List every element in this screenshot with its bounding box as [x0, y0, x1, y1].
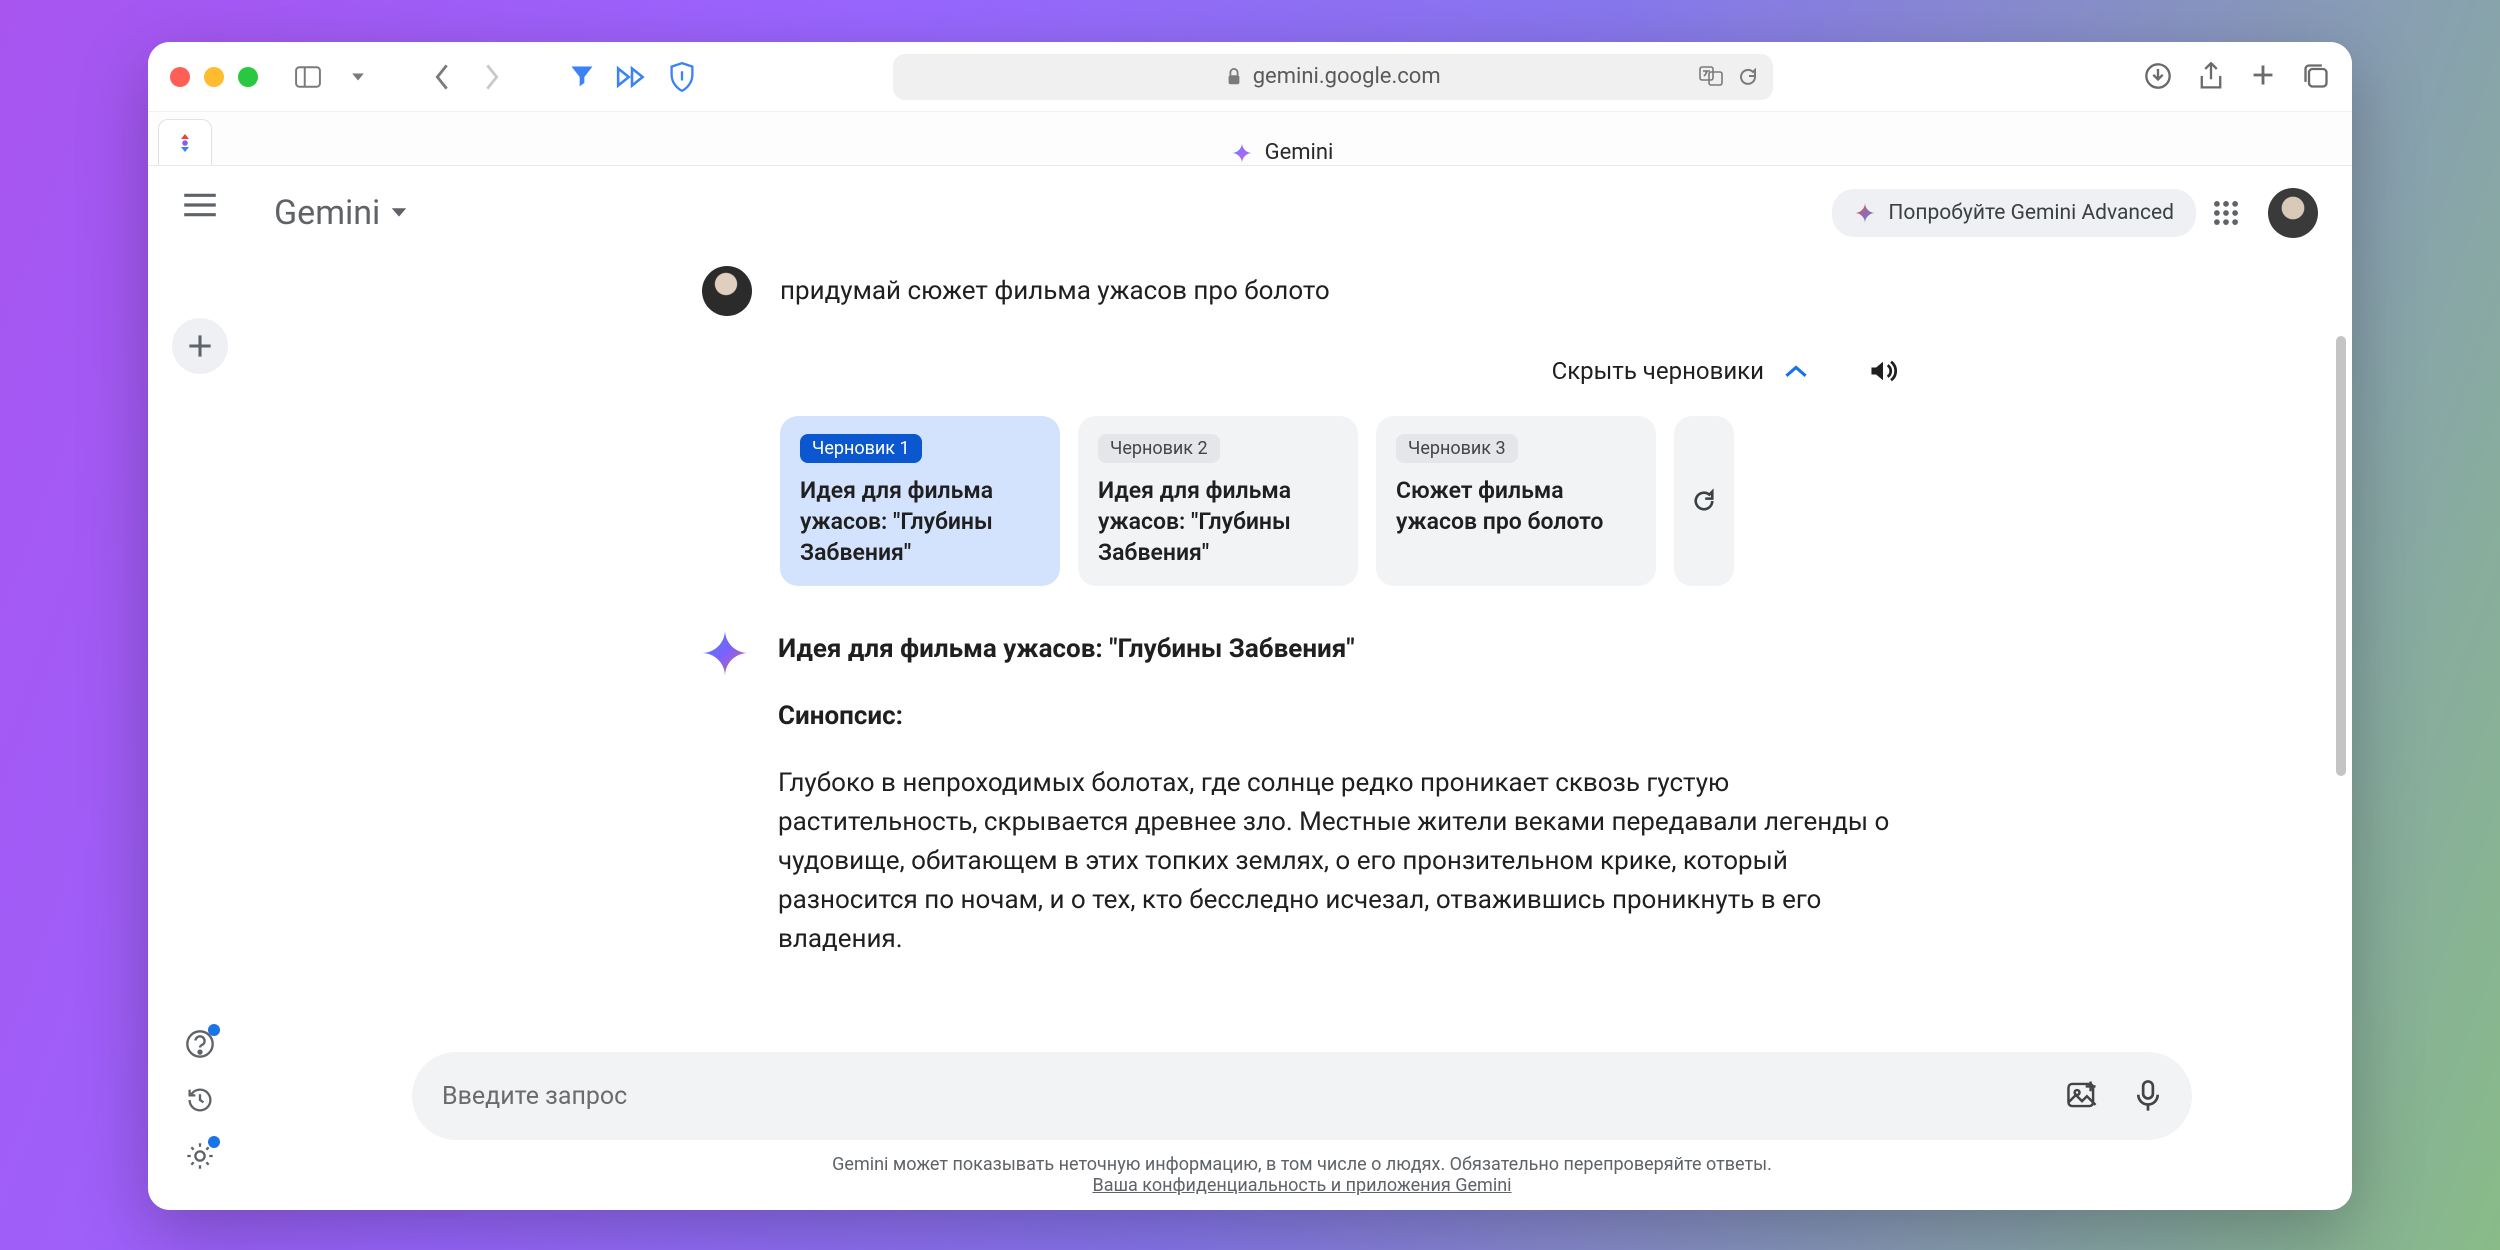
traffic-lights — [170, 67, 258, 87]
user-avatar — [702, 266, 752, 316]
user-message-text: придумай сюжет фильма ужасов про болото — [780, 266, 1330, 306]
fast-forward-icon[interactable] — [612, 57, 652, 97]
advanced-label: Попробуйте Gemini Advanced — [1888, 201, 2174, 225]
answer-body: Глубоко в непроходимых болотах, где солн… — [778, 764, 1902, 959]
maximize-window-button[interactable] — [238, 67, 258, 87]
main-panel: Gemini Попробуйте Gemini Advanced придум… — [252, 166, 2352, 1210]
sidebar-toggle-icon[interactable] — [288, 57, 328, 97]
hide-drafts-toggle[interactable]: Скрыть черновики — [1552, 357, 1764, 385]
gemini-spark-icon — [1854, 202, 1876, 224]
new-chat-button[interactable] — [172, 318, 228, 374]
tab-label: Gemini — [1265, 140, 1334, 165]
dropdown-icon[interactable] — [338, 57, 378, 97]
prompt-placeholder: Введите запрос — [442, 1082, 627, 1111]
draft-title: Сюжет фильма ужасов про болото — [1396, 475, 1636, 537]
sidebar — [148, 166, 252, 1210]
brand-label: Gemini — [274, 193, 380, 233]
browser-tabstrip: Gemini — [148, 112, 2352, 166]
speaker-button[interactable] — [1868, 356, 1898, 386]
lock-icon — [1225, 68, 1243, 86]
draft-chip: Черновик 2 — [1098, 434, 1220, 463]
gemini-spark-icon — [702, 630, 748, 676]
close-window-button[interactable] — [170, 67, 190, 87]
gemini-spark-icon — [1231, 142, 1253, 164]
apps-grid-icon — [2213, 200, 2239, 226]
google-apps-button[interactable] — [2204, 191, 2248, 235]
disclaimer-text: Gemini может показывать неточную информа… — [832, 1154, 1772, 1175]
regenerate-drafts-button[interactable] — [1674, 416, 1734, 586]
scrollbar-thumb[interactable] — [2336, 336, 2346, 776]
draft-card-3[interactable]: Черновик 3 Сюжет фильма ужасов про болот… — [1376, 416, 1656, 586]
try-advanced-button[interactable]: Попробуйте Gemini Advanced — [1832, 189, 2196, 237]
history-button[interactable] — [172, 1072, 228, 1128]
answer-subtitle: Синопсис: — [778, 697, 1902, 736]
privacy-link[interactable]: Ваша конфиденциальность и приложения Gem… — [1092, 1175, 1511, 1196]
pinned-tab[interactable] — [158, 119, 212, 165]
notification-dot — [208, 1136, 220, 1148]
translate-icon[interactable] — [1699, 66, 1723, 88]
browser-toolbar: gemini.google.com — [148, 42, 2352, 112]
address-bar[interactable]: gemini.google.com — [893, 54, 1773, 100]
url-text: gemini.google.com — [1253, 64, 1441, 89]
answer-title: Идея для фильма ужасов: "Глубины Забвени… — [778, 630, 1902, 669]
chevron-down-icon — [390, 207, 408, 219]
minimize-window-button[interactable] — [204, 67, 224, 87]
share-icon[interactable] — [2198, 62, 2224, 92]
hamburger-menu-button[interactable] — [183, 192, 217, 218]
reload-icon[interactable] — [1737, 66, 1759, 88]
app-header: Gemini Попробуйте Gemini Advanced — [252, 166, 2352, 260]
back-button[interactable] — [422, 57, 462, 97]
draft-card-2[interactable]: Черновик 2 Идея для фильма ужасов: "Глуб… — [1078, 416, 1358, 586]
active-tab[interactable]: Gemini — [212, 140, 2352, 165]
draft-title: Идея для фильма ужасов: "Глубины Забвени… — [1098, 475, 1338, 568]
add-image-button[interactable] — [2066, 1079, 2098, 1113]
notification-dot — [208, 1024, 220, 1036]
help-button[interactable] — [172, 1016, 228, 1072]
prompt-input-bar[interactable]: Введите запрос — [412, 1052, 2192, 1140]
app-favicon-icon — [173, 131, 197, 155]
refresh-icon — [1691, 488, 1717, 514]
account-avatar[interactable] — [2268, 188, 2318, 238]
assistant-message: Идея для фильма ужасов: "Глубины Забвени… — [702, 630, 1902, 979]
user-message: придумай сюжет фильма ужасов про болото — [702, 266, 1902, 316]
app-content: Gemini Попробуйте Gemini Advanced придум… — [148, 166, 2352, 1210]
forward-button[interactable] — [472, 57, 512, 97]
settings-button[interactable] — [172, 1128, 228, 1184]
shield-icon[interactable] — [662, 57, 702, 97]
mic-button[interactable] — [2134, 1079, 2162, 1113]
new-tab-icon[interactable] — [2250, 62, 2276, 92]
draft-card-1[interactable]: Черновик 1 Идея для фильма ужасов: "Глуб… — [780, 416, 1060, 586]
draft-cards: Черновик 1 Идея для фильма ужасов: "Глуб… — [780, 416, 1902, 586]
chevron-up-icon[interactable] — [1784, 363, 1808, 379]
brand-dropdown[interactable]: Gemini — [274, 193, 408, 233]
browser-window: gemini.google.com Gemini — [148, 42, 2352, 1210]
draft-chip: Черновик 3 — [1396, 434, 1518, 463]
draft-chip: Черновик 1 — [800, 434, 922, 463]
downloads-icon[interactable] — [2144, 62, 2172, 92]
tabs-icon[interactable] — [2302, 62, 2330, 92]
download-funnel-icon[interactable] — [562, 57, 602, 97]
draft-title: Идея для фильма ужасов: "Глубины Забвени… — [800, 475, 1040, 568]
footer: Gemini может показывать неточную информа… — [252, 1154, 2352, 1196]
